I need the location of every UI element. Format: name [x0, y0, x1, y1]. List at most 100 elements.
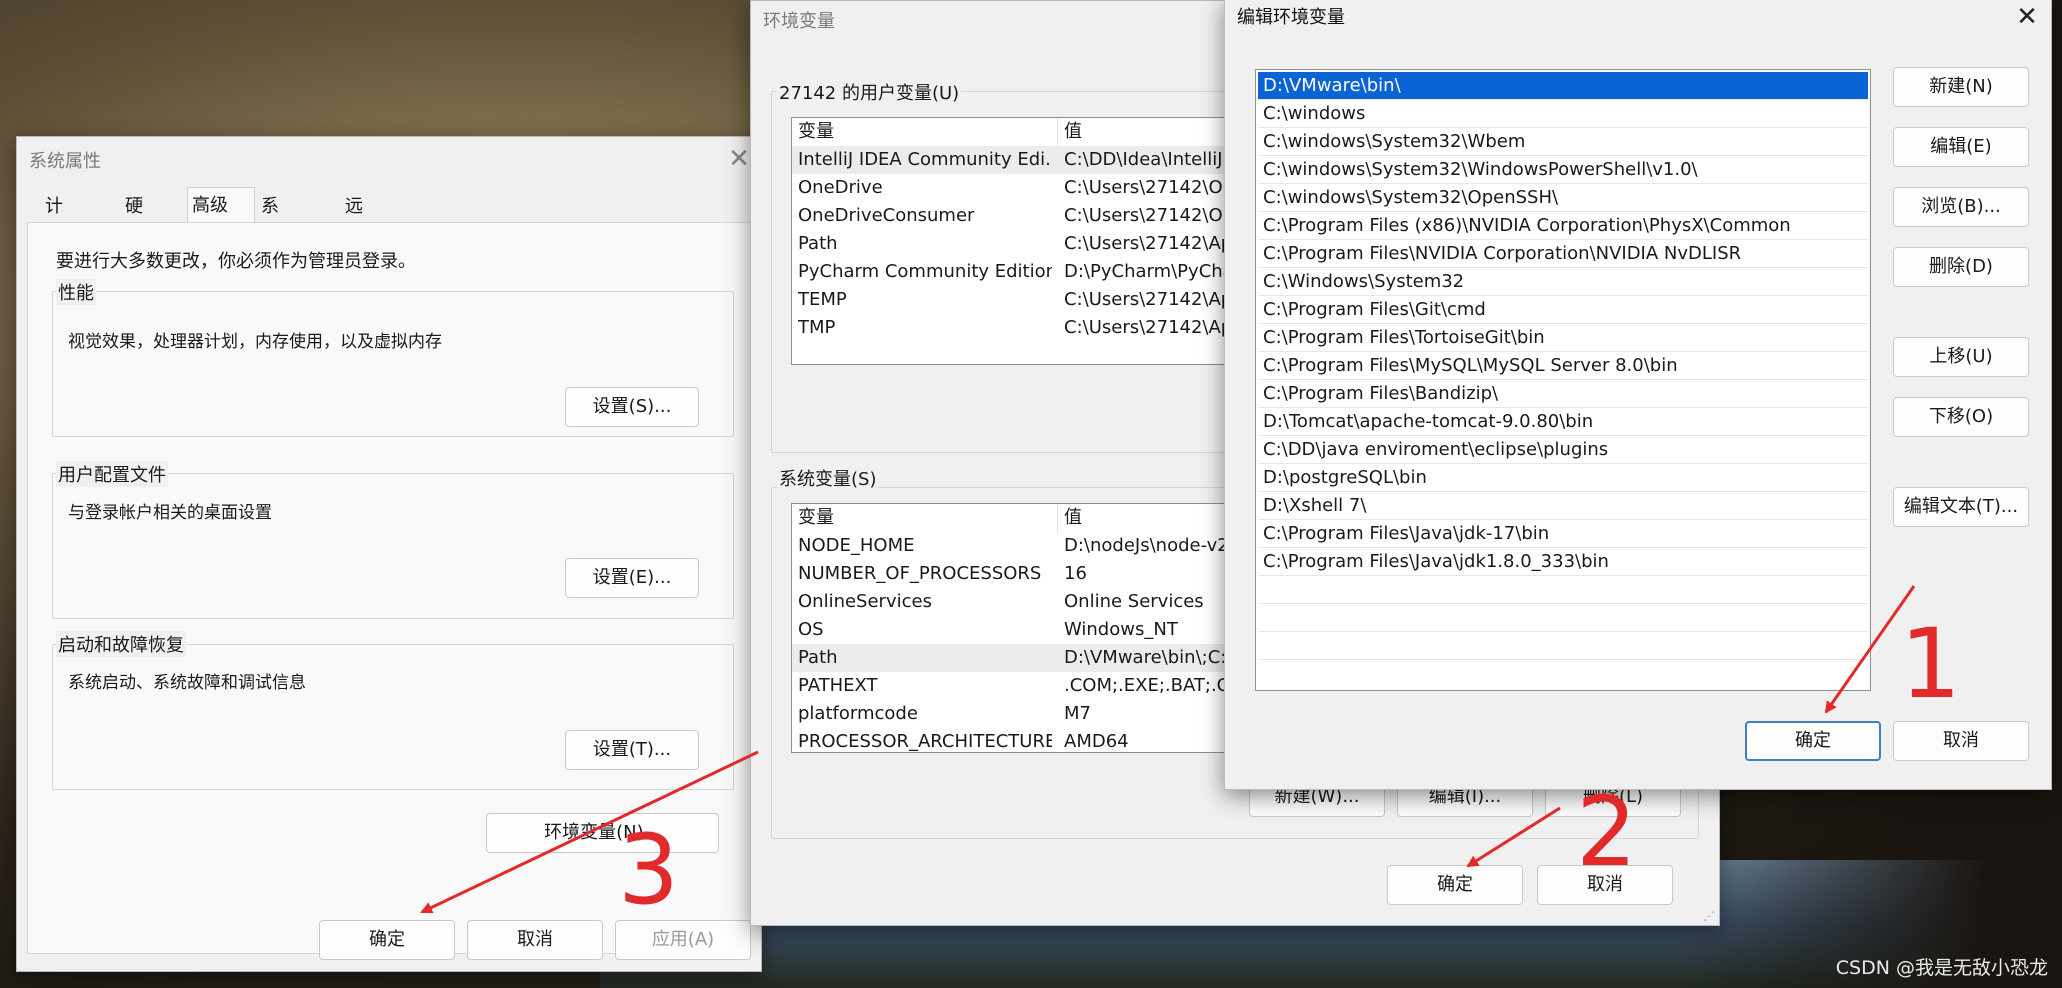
cell-variable: TMP	[798, 317, 836, 338]
list-item[interactable]: C:\Program Files\MySQL\MySQL Server 8.0\…	[1258, 352, 1868, 380]
list-item[interactable]: D:\postgreSQL\bin	[1258, 464, 1868, 492]
table-row[interactable]: PATHEXT .COM;.EXE;.BAT;.CM	[792, 672, 1252, 700]
list-header: 变量 值	[792, 504, 1252, 532]
performance-desc: 视觉效果，处理器计划，内存使用，以及虚拟内存	[68, 332, 442, 352]
table-row[interactable]: PROCESSOR_ARCHITECTURE AMD64	[792, 728, 1252, 752]
table-row[interactable]: Path D:\VMware\bin\;C:\	[792, 644, 1252, 672]
resize-grip-icon[interactable]: ⋰	[1703, 909, 1715, 923]
list-item[interactable]: C:\DD\java enviroment\eclipse\plugins	[1258, 436, 1868, 464]
window-title: 编辑环境变量	[1237, 7, 1345, 28]
annotation-number-1: 1	[1900, 608, 1962, 720]
cancel-button[interactable]: 取消	[467, 920, 603, 960]
list-item[interactable]: C:\Program Files\Java\jdk-17\bin	[1258, 520, 1868, 548]
list-item[interactable]: C:\windows\System32\WindowsPowerShell\v1…	[1258, 156, 1868, 184]
list-item[interactable]: D:\Xshell 7\	[1258, 492, 1868, 520]
user-profile-desc: 与登录帐户相关的桌面设置	[68, 503, 272, 523]
list-item[interactable]: C:\Program Files (x86)\NVIDIA Corporatio…	[1258, 212, 1868, 240]
list-item[interactable]: C:\Program Files\TortoiseGit\bin	[1258, 324, 1868, 352]
watermark: CSDN @我是无敌小恐龙	[1835, 957, 2048, 979]
column-divider[interactable]	[1057, 118, 1058, 146]
browse-button[interactable]: 浏览(B)...	[1893, 187, 2029, 227]
table-row[interactable]: PyCharm Community Edition D:\PyCharm\PyCh…	[792, 258, 1252, 286]
tab-advanced[interactable]: 高级	[187, 187, 255, 224]
table-row[interactable]: NUMBER_OF_PROCESSORS 16	[792, 560, 1252, 588]
cell-variable: TEMP	[798, 289, 847, 310]
list-item[interactable]: D:\Tomcat\apache-tomcat-9.0.80\bin	[1258, 408, 1868, 436]
new-button[interactable]: 新建(N)	[1893, 67, 2029, 107]
user-variables-list[interactable]: 变量 值 IntelliJ IDEA Community Edi... C:\DD…	[791, 117, 1253, 365]
empty-list-row[interactable]	[1258, 576, 1868, 604]
cell-variable: PROCESSOR_ARCHITECTURE	[798, 731, 1052, 752]
performance-settings-button[interactable]: 设置(S)...	[565, 387, 699, 427]
column-header-variable[interactable]: 变量	[798, 504, 1052, 532]
path-list[interactable]: D:\VMware\bin\ C:\windows C:\windows\Sys…	[1255, 69, 1871, 691]
window-title: 系统属性	[29, 151, 101, 172]
list-item[interactable]: C:\Program Files\Git\cmd	[1258, 296, 1868, 324]
list-item[interactable]: C:\Program Files\NVIDIA Corporation\NVID…	[1258, 240, 1868, 268]
tab-computer-name[interactable]: 计算机名	[41, 193, 67, 301]
ok-button[interactable]: 确定	[1745, 721, 1881, 761]
ok-button[interactable]: 确定	[319, 920, 455, 960]
cell-variable: Path	[798, 233, 838, 254]
table-row[interactable]: OneDriveConsumer C:\Users\27142\Or	[792, 202, 1252, 230]
cell-variable: PyCharm Community Edition	[798, 261, 1052, 282]
performance-label: 性能	[56, 279, 96, 305]
list-item[interactable]: C:\windows	[1258, 100, 1868, 128]
window-title: 环境变量	[763, 11, 835, 32]
annotation-number-2: 2	[1576, 776, 1638, 888]
list-item[interactable]: C:\Windows\System32	[1258, 268, 1868, 296]
edit-text-button[interactable]: 编辑文本(T)...	[1893, 487, 2029, 527]
empty-list-row[interactable]	[1258, 632, 1868, 660]
move-down-button[interactable]: 下移(O)	[1893, 397, 2029, 437]
table-row[interactable]: TMP C:\Users\27142\Ap	[792, 314, 1252, 342]
tab-system-protection[interactable]: 系统保护	[257, 193, 283, 301]
edit-env-titlebar[interactable]: 编辑环境变量 ✕	[1225, 0, 2051, 43]
cell-variable: OS	[798, 619, 824, 640]
table-row[interactable]: OS Windows_NT	[792, 616, 1252, 644]
cell-variable: NUMBER_OF_PROCESSORS	[798, 563, 1042, 584]
list-header: 变量 值	[792, 118, 1252, 146]
startup-recovery-settings-button[interactable]: 设置(T)...	[565, 730, 699, 770]
cancel-button[interactable]: 取消	[1893, 721, 2029, 761]
cell-variable: IntelliJ IDEA Community Edi...	[798, 149, 1052, 170]
list-item[interactable]: C:\Program Files\Bandizip\	[1258, 380, 1868, 408]
cell-variable: platformcode	[798, 703, 918, 724]
table-row[interactable]: TEMP C:\Users\27142\Ap	[792, 286, 1252, 314]
table-row[interactable]: IntelliJ IDEA Community Edi... C:\DD\Idea…	[792, 146, 1252, 174]
ok-button[interactable]: 确定	[1387, 865, 1523, 905]
column-header-variable[interactable]: 变量	[798, 118, 1052, 146]
column-divider[interactable]	[1057, 504, 1058, 532]
cell-variable: Path	[798, 647, 838, 668]
list-item[interactable]: C:\windows\System32\Wbem	[1258, 128, 1868, 156]
table-row[interactable]: OneDrive C:\Users\27142\Or	[792, 174, 1252, 202]
edit-button[interactable]: 编辑(E)	[1893, 127, 2029, 167]
table-row[interactable]: platformcode M7	[792, 700, 1252, 728]
annotation-number-3: 3	[618, 814, 680, 926]
table-row[interactable]: OnlineServices Online Services	[792, 588, 1252, 616]
cell-variable: NODE_HOME	[798, 535, 915, 556]
list-item[interactable]: C:\windows\System32\OpenSSH\	[1258, 184, 1868, 212]
move-up-button[interactable]: 上移(U)	[1893, 337, 2029, 377]
tab-remote[interactable]: 远程	[341, 193, 367, 245]
table-row[interactable]: Path C:\Users\27142\Ap	[792, 230, 1252, 258]
user-profile-label: 用户配置文件	[56, 461, 168, 487]
user-variables-label: 27142 的用户变量(U)	[777, 79, 962, 105]
system-variables-label: 系统变量(S)	[777, 465, 879, 491]
empty-list-row[interactable]	[1258, 604, 1868, 632]
system-properties-titlebar[interactable]: 系统属性 ✕	[17, 137, 761, 181]
list-item[interactable]: C:\Program Files\Java\jdk1.8.0_333\bin	[1258, 548, 1868, 576]
cell-variable: OneDrive	[798, 177, 883, 198]
delete-button[interactable]: 删除(D)	[1893, 247, 2029, 287]
list-item[interactable]: D:\VMware\bin\	[1258, 72, 1868, 100]
user-profile-settings-button[interactable]: 设置(E)...	[565, 558, 699, 598]
close-icon[interactable]: ✕	[2007, 1, 2047, 33]
cell-variable: PATHEXT	[798, 675, 878, 696]
tab-hardware[interactable]: 硬件	[121, 193, 147, 245]
apply-button[interactable]: 应用(A)	[615, 920, 751, 960]
startup-recovery-label: 启动和故障恢复	[56, 631, 186, 657]
system-variables-list[interactable]: 变量 值 NODE_HOME D:\nodeJs\node-v2 NUMBER_O…	[791, 503, 1253, 753]
table-row[interactable]: NODE_HOME D:\nodeJs\node-v2	[792, 532, 1252, 560]
cell-variable: OneDriveConsumer	[798, 205, 975, 226]
admin-note: 要进行大多数更改，你必须作为管理员登录。	[56, 251, 416, 272]
environment-variables-button[interactable]: 环境变量(N)...	[486, 813, 719, 853]
